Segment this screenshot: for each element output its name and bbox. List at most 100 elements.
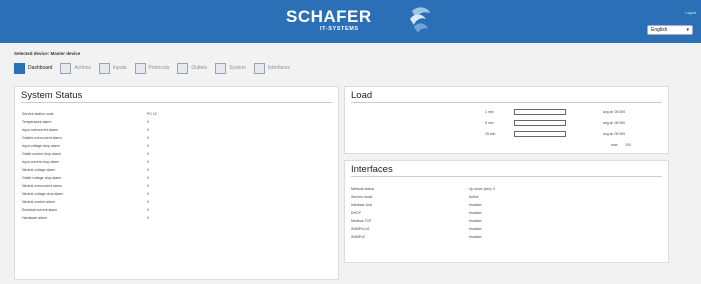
tab-inputs[interactable]: Inputs: [98, 62, 127, 74]
tab-label: Actions: [74, 65, 91, 71]
inputs-icon: [98, 62, 110, 74]
interface-row: DHCP enabled: [351, 211, 651, 219]
status-key: Input voltage drop alarm: [22, 144, 60, 148]
system-status-panel: System Status Service station code PC 12 …: [14, 86, 339, 280]
language-value: English: [651, 27, 668, 33]
tab-outlets[interactable]: Outlets: [177, 62, 207, 74]
load-interval: 15 min: [485, 132, 496, 136]
status-key: Input overcurrent alarm: [22, 128, 59, 132]
interface-row: SNMPv1/v2 enabled: [351, 227, 651, 235]
load-row: 15 min avg at: 00.000: [485, 131, 655, 140]
tab-label: Protocols: [148, 65, 170, 71]
interfaces-icon: [253, 62, 265, 74]
panel-title: Interfaces: [351, 164, 393, 175]
interface-key: SNMPv1/v2: [351, 227, 370, 231]
interface-value: Up since (sec): 0: [469, 187, 496, 191]
load-row: 1 min avg at: 00.000: [485, 109, 655, 118]
interface-value: enabled: [469, 219, 482, 223]
load-average: avg at: 00.000: [603, 110, 626, 114]
status-key: Temperature alarm: [22, 120, 52, 124]
status-value: 0: [147, 192, 149, 196]
status-row: Input current drop alarm 0: [22, 160, 192, 168]
tab-label: Interfaces: [267, 65, 290, 71]
status-value: 0: [147, 160, 149, 164]
interface-row: Network status Up since (sec): 0: [351, 187, 651, 195]
load-progress-bar: [514, 109, 566, 115]
tab-system[interactable]: System: [215, 62, 246, 74]
status-row: Temperature alarm 0: [22, 120, 192, 128]
logout-link[interactable]: Logout: [685, 11, 696, 15]
load-average: avg at: 00.000: [603, 121, 626, 125]
status-row: Outlet current drop alarm 0: [22, 152, 192, 160]
divider: [351, 176, 662, 177]
interface-value: enabled: [469, 235, 482, 239]
interfaces-panel: Interfaces Network status Up since (sec):…: [344, 160, 669, 263]
language-select[interactable]: English ▾: [647, 25, 693, 35]
status-key: Neutral current alarm: [22, 200, 55, 204]
status-key: Neutral voltage drop alarm: [22, 192, 64, 196]
status-value: 0: [147, 200, 149, 204]
interface-key: DHCP: [351, 211, 361, 215]
interface-row: Interface Link enabled: [351, 203, 651, 211]
tab-actions[interactable]: Actions: [60, 62, 91, 74]
status-value: 0: [147, 152, 149, 156]
interface-row: SNMPv3 enabled: [351, 235, 651, 243]
system-icon: [215, 62, 227, 74]
status-row: Neutral voltage drop alarm 0: [22, 192, 192, 200]
status-row: Service station code PC 12: [22, 112, 192, 120]
interface-value: enabled: [469, 227, 482, 231]
status-value: PC 12: [147, 112, 157, 116]
tab-dashboard[interactable]: Dashboard: [14, 62, 52, 74]
status-row: Neutral overcurrent alarm 0: [22, 184, 192, 192]
load-max-label: max: [611, 143, 618, 147]
load-progress-bar: [514, 131, 566, 137]
interface-key: SNMPv3: [351, 235, 365, 239]
status-row: Hardware alarm 0: [22, 216, 192, 224]
status-row: Outlets overcurrent alarm 0: [22, 136, 192, 144]
status-key: Outlet voltage drop alarm: [22, 176, 62, 180]
panel-title: Load: [351, 90, 373, 101]
status-row: Input overcurrent alarm 0: [22, 128, 192, 136]
status-key: Outlet current drop alarm: [22, 152, 61, 156]
header-bar: SCHAFER IT-SYSTEMS Logout English ▾: [0, 0, 701, 43]
brand-subtitle: IT-SYSTEMS: [320, 26, 359, 32]
status-row: Residual current alarm 0: [22, 208, 192, 216]
status-key: Outlets overcurrent alarm: [22, 136, 62, 140]
actions-icon: [60, 62, 72, 74]
tab-label: Dashboard: [28, 65, 53, 71]
status-key: Neutral voltage alarm: [22, 168, 56, 172]
status-row: Outlet voltage drop alarm 0: [22, 176, 192, 184]
interface-value: enabled: [469, 211, 482, 215]
status-value: 0: [147, 136, 149, 140]
status-value: 0: [147, 176, 149, 180]
brand-logo: SCHAFER IT-SYSTEMS: [286, 7, 430, 33]
panel-title: System Status: [21, 90, 83, 101]
status-value: 0: [147, 120, 149, 124]
load-interval: 5 min: [485, 121, 494, 125]
status-key: Service station code: [22, 112, 54, 116]
status-value: 0: [147, 144, 149, 148]
interface-key: Network status: [351, 187, 375, 191]
load-interval: 1 min: [485, 110, 494, 114]
interface-row: Service mode Active: [351, 195, 651, 203]
status-row: Neutral current alarm 0: [22, 200, 192, 208]
tab-label: System: [229, 65, 246, 71]
protocols-icon: [134, 62, 146, 74]
status-value: 0: [147, 128, 149, 132]
chevron-down-icon: ▾: [686, 27, 689, 33]
interface-value: enabled: [469, 203, 482, 207]
interface-row: Modbus TCP enabled: [351, 219, 651, 227]
status-row: Input voltage drop alarm 0: [22, 144, 192, 152]
interface-key: Service mode: [351, 195, 373, 199]
status-value: 0: [147, 208, 149, 212]
brand-name: SCHAFER: [286, 7, 372, 26]
tab-interfaces[interactable]: Interfaces: [253, 62, 290, 74]
divider: [351, 102, 662, 103]
interface-key: Interface Link: [351, 203, 373, 207]
tab-protocols[interactable]: Protocols: [134, 62, 170, 74]
load-average: avg at: 00.000: [603, 132, 626, 136]
status-key: Residual current alarm: [22, 208, 58, 212]
interface-value: Active: [469, 195, 479, 199]
status-value: 0: [147, 184, 149, 188]
load-panel: Load 1 min avg at: 00.000 5 min avg at: …: [344, 86, 669, 154]
